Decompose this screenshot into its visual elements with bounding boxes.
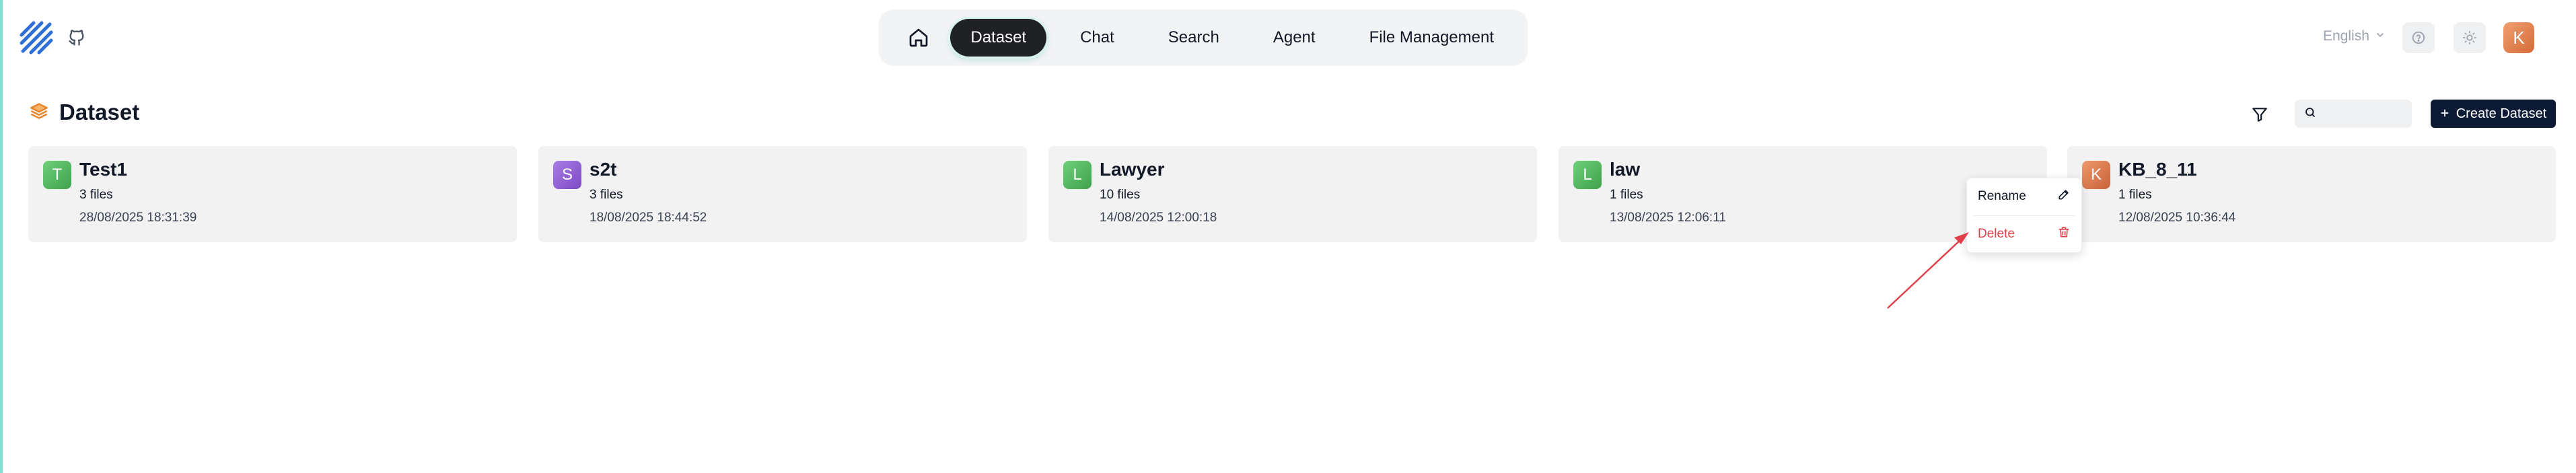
create-dataset-label: Create Dataset bbox=[2456, 106, 2547, 121]
page-title: Dataset bbox=[59, 100, 140, 124]
chevron-down-icon bbox=[2375, 28, 2386, 44]
create-dataset-button[interactable]: Create Dataset bbox=[2431, 100, 2556, 128]
dataset-name: Lawyer bbox=[1100, 159, 1165, 180]
dataset-name: Test1 bbox=[79, 159, 128, 180]
language-label: English bbox=[2323, 28, 2369, 44]
delete-label: Delete bbox=[1978, 227, 2015, 241]
rename-menu-item[interactable]: Rename bbox=[1967, 178, 2083, 215]
dataset-date: 28/08/2025 18:31:39 bbox=[79, 211, 197, 225]
dataset-file-count: 1 files bbox=[2118, 188, 2152, 202]
nav-tab-file-management[interactable]: File Management bbox=[1349, 19, 1514, 57]
trash-icon bbox=[2057, 225, 2071, 243]
nav-tab-chat[interactable]: Chat bbox=[1060, 19, 1135, 57]
main-nav: Dataset Chat Search Agent File Managemen… bbox=[879, 9, 1528, 66]
pencil-icon bbox=[2057, 188, 2071, 205]
nav-tab-dataset[interactable]: Dataset bbox=[950, 19, 1047, 57]
dataset-date: 12/08/2025 10:36:44 bbox=[2118, 211, 2236, 225]
delete-menu-item[interactable]: Delete bbox=[1967, 216, 2083, 252]
github-icon[interactable] bbox=[67, 28, 86, 47]
help-circle-icon[interactable] bbox=[2402, 22, 2435, 53]
dataset-date: 14/08/2025 12:00:18 bbox=[1100, 211, 1217, 225]
dataset-avatar: L bbox=[1573, 161, 1602, 189]
dataset-file-count: 1 files bbox=[1610, 188, 1643, 202]
dataset-card[interactable]: S s2t 3 files 18/08/2025 18:44:52 bbox=[538, 146, 1027, 242]
dataset-name: KB_8_11 bbox=[2118, 159, 2197, 180]
user-avatar[interactable]: K bbox=[2503, 22, 2534, 53]
dataset-date: 13/08/2025 12:06:11 bbox=[1610, 211, 1726, 225]
dataset-avatar: K bbox=[2082, 161, 2110, 189]
nav-tab-agent[interactable]: Agent bbox=[1253, 19, 1336, 57]
dataset-file-count: 3 files bbox=[79, 188, 113, 202]
dataset-name: s2t bbox=[589, 159, 617, 180]
dataset-file-count: 3 files bbox=[589, 188, 623, 202]
layers-icon bbox=[30, 102, 48, 124]
home-icon[interactable] bbox=[906, 22, 931, 54]
dataset-card[interactable]: K KB_8_11 1 files 12/08/2025 10:36:44 bbox=[2067, 146, 2556, 242]
language-selector[interactable]: English bbox=[2323, 28, 2386, 44]
sun-icon[interactable] bbox=[2454, 22, 2486, 53]
search-input[interactable] bbox=[2295, 100, 2412, 128]
dataset-avatar: S bbox=[553, 161, 581, 189]
plus-icon bbox=[2440, 106, 2449, 122]
search-icon bbox=[2304, 106, 2316, 122]
dataset-name: law bbox=[1610, 159, 1641, 180]
nav-tab-search[interactable]: Search bbox=[1148, 19, 1240, 57]
dataset-date: 18/08/2025 18:44:52 bbox=[589, 211, 707, 225]
left-accent-rail bbox=[0, 0, 3, 473]
page-heading: Dataset bbox=[30, 100, 139, 125]
dataset-file-count: 10 files bbox=[1100, 188, 1141, 202]
dataset-context-menu: Rename Delete bbox=[1966, 178, 2082, 253]
dataset-avatar: T bbox=[43, 161, 71, 189]
dataset-card[interactable]: T Test1 3 files 28/08/2025 18:31:39 bbox=[28, 146, 517, 242]
filter-icon[interactable] bbox=[2246, 101, 2273, 128]
rename-label: Rename bbox=[1978, 189, 2026, 203]
dataset-card[interactable]: L Lawyer 10 files 14/08/2025 12:00:18 bbox=[1048, 146, 1537, 242]
stripes-logo-icon[interactable] bbox=[19, 20, 54, 55]
dataset-avatar: L bbox=[1063, 161, 1092, 189]
